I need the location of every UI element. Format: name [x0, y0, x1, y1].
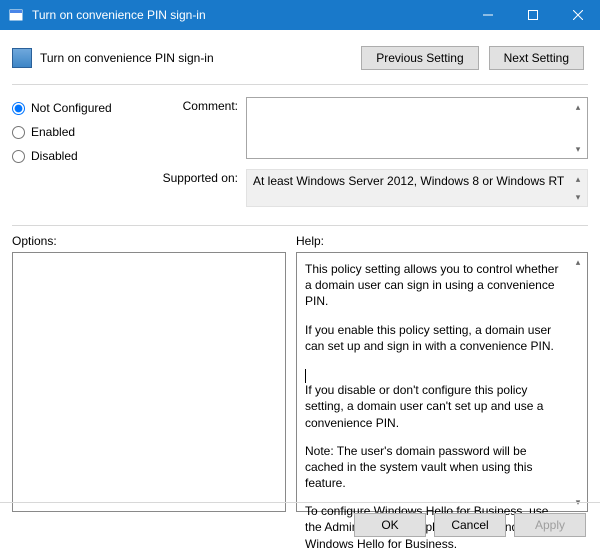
radio-enabled[interactable]: Enabled	[12, 125, 152, 139]
radio-not-configured-input[interactable]	[12, 102, 25, 115]
help-label: Help:	[296, 234, 324, 248]
cancel-button[interactable]: Cancel	[434, 513, 506, 537]
policy-title: Turn on convenience PIN sign-in	[40, 51, 361, 65]
scroll-down-icon[interactable]: ▾	[571, 142, 585, 156]
radio-enabled-label: Enabled	[31, 125, 75, 139]
radio-disabled[interactable]: Disabled	[12, 149, 152, 163]
help-text: If you disable or don't configure this p…	[305, 382, 565, 431]
close-button[interactable]	[555, 0, 600, 30]
comment-label: Comment:	[152, 97, 246, 113]
comment-input[interactable]: ▴ ▾	[246, 97, 588, 159]
radio-disabled-input[interactable]	[12, 150, 25, 163]
maximize-button[interactable]	[510, 0, 555, 30]
divider	[12, 225, 588, 226]
ok-button[interactable]: OK	[354, 513, 426, 537]
previous-setting-button[interactable]: Previous Setting	[361, 46, 478, 70]
scroll-down-icon[interactable]: ▾	[571, 190, 585, 204]
options-label: Options:	[12, 234, 296, 248]
help-pane[interactable]: This policy setting allows you to contro…	[296, 252, 588, 512]
state-radiogroup: Not Configured Enabled Disabled	[12, 97, 152, 217]
header: Turn on convenience PIN sign-in Previous…	[12, 40, 588, 85]
help-text: If you enable this policy setting, a dom…	[305, 322, 565, 354]
footer: OK Cancel Apply	[0, 502, 600, 537]
radio-not-configured-label: Not Configured	[31, 101, 112, 115]
policy-icon	[12, 48, 32, 68]
next-setting-button[interactable]: Next Setting	[489, 46, 584, 70]
help-text: This policy setting allows you to contro…	[305, 261, 565, 310]
titlebar: Turn on convenience PIN sign-in	[0, 0, 600, 30]
supported-on-value: At least Windows Server 2012, Windows 8 …	[246, 169, 588, 207]
scroll-up-icon[interactable]: ▴	[571, 255, 585, 269]
help-text: Note: The user's domain password will be…	[305, 443, 565, 492]
scroll-up-icon[interactable]: ▴	[571, 172, 585, 186]
app-icon	[8, 7, 24, 23]
radio-enabled-input[interactable]	[12, 126, 25, 139]
supported-on-text: At least Windows Server 2012, Windows 8 …	[253, 174, 564, 188]
text-cursor	[305, 369, 306, 383]
apply-button[interactable]: Apply	[514, 513, 586, 537]
supported-on-label: Supported on:	[152, 169, 246, 185]
scroll-up-icon[interactable]: ▴	[571, 100, 585, 114]
window-title: Turn on convenience PIN sign-in	[32, 8, 465, 22]
minimize-button[interactable]	[465, 0, 510, 30]
radio-not-configured[interactable]: Not Configured	[12, 101, 152, 115]
radio-disabled-label: Disabled	[31, 149, 78, 163]
options-pane	[12, 252, 286, 512]
